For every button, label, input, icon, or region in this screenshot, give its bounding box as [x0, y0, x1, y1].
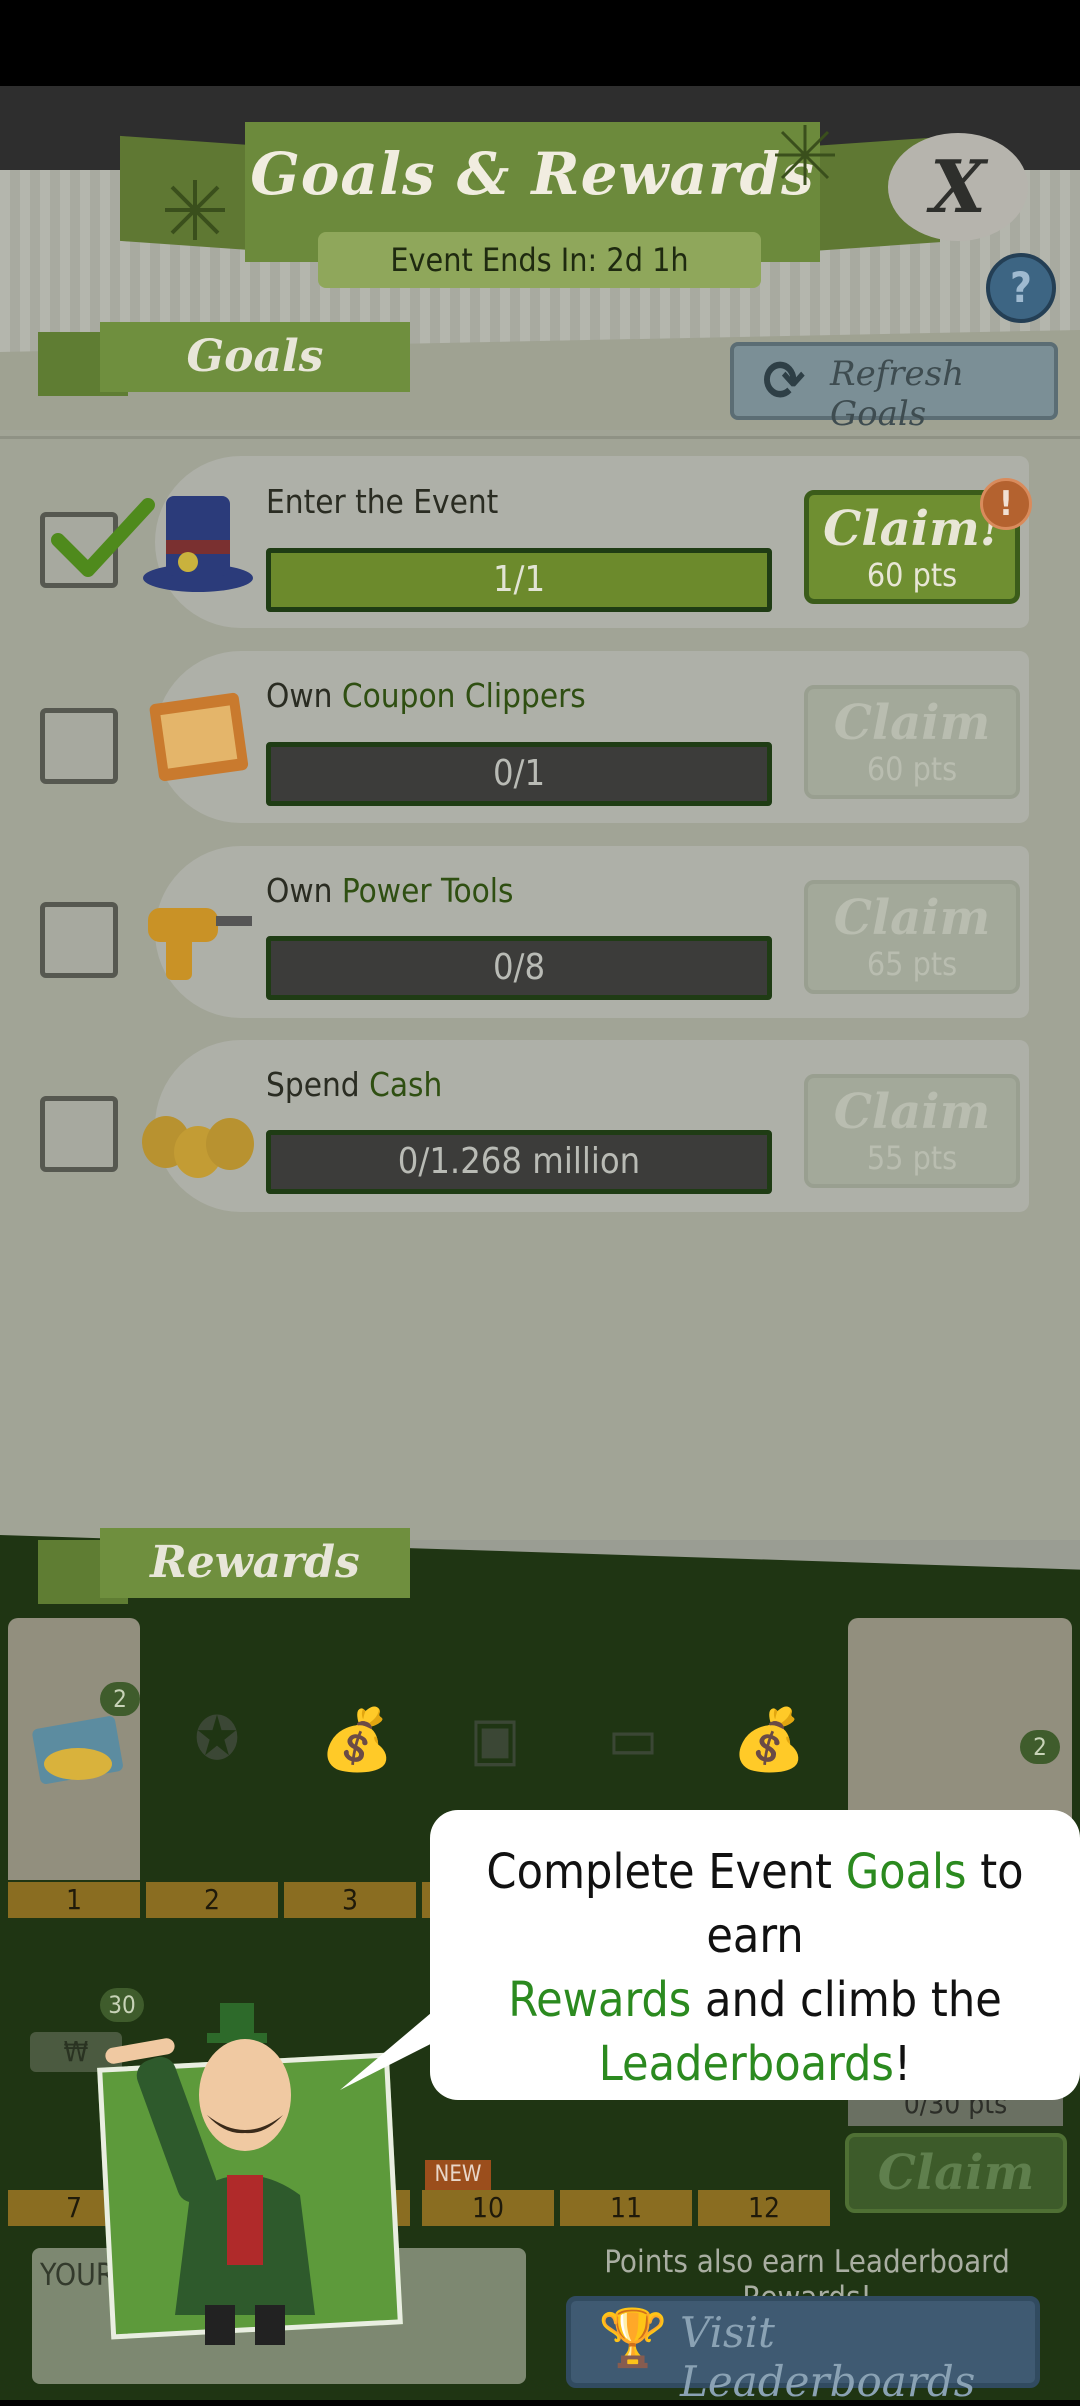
- tier-number: 10: [422, 2190, 554, 2226]
- visit-leaderboards-label: Visit Leaderboards: [680, 2308, 976, 2406]
- microwave-icon: ▭: [607, 1704, 659, 1774]
- reward-claim-button[interactable]: Claim: [845, 2133, 1067, 2213]
- claim-points: 60 pts: [866, 750, 958, 788]
- claim-button[interactable]: Claim 65 pts: [804, 880, 1020, 994]
- tier-number: 3: [284, 1882, 416, 1918]
- status-bar: [0, 0, 1080, 86]
- goal-label: Enter the Event: [266, 482, 499, 521]
- claim-button[interactable]: Claim 60 pts: [804, 685, 1020, 799]
- trophy-icon: 🏆: [598, 2306, 668, 2371]
- goals-tab[interactable]: Goals: [100, 322, 410, 392]
- tier-number: 12: [698, 2190, 830, 2226]
- tooltip-text: Complete Event Goals to earn Rewards and…: [486, 1844, 1024, 2092]
- close-icon: X: [930, 144, 986, 229]
- page-title: Goals & Rewards: [250, 140, 815, 208]
- refresh-icon: ⟳: [762, 349, 806, 414]
- claim-label: Claim: [833, 695, 991, 751]
- drill-icon: [148, 908, 252, 980]
- claim-points: 65 pts: [866, 945, 958, 983]
- tier-number: 1: [8, 1882, 140, 1918]
- top-hat-icon: [143, 496, 253, 592]
- badge-icon: ✪: [194, 1704, 240, 1774]
- goal-progress-text: 0/1: [492, 753, 546, 794]
- refresh-goals-label: Refresh Goals: [830, 354, 965, 434]
- question-icon: ?: [1010, 263, 1032, 312]
- goal-progress-text: 1/1: [492, 559, 546, 600]
- claim-label: Claim: [833, 1084, 991, 1140]
- tier-number: 2: [146, 1882, 278, 1918]
- goal-checkbox[interactable]: [40, 902, 118, 978]
- money-bag-1d-icon: 💰: [731, 1705, 807, 1775]
- goal-progress-text: 0/8: [492, 947, 546, 988]
- starburst-decoration-icon: [165, 180, 225, 240]
- claim-button[interactable]: Claim 55 pts: [804, 1074, 1020, 1188]
- reward-count-badge: 2: [1020, 1730, 1060, 1764]
- claim-points: 55 pts: [866, 1139, 958, 1177]
- goal-label: Own Coupon Clippers: [266, 676, 586, 715]
- new-badge: NEW: [425, 2160, 491, 2190]
- help-button[interactable]: ?: [986, 253, 1056, 323]
- money-bag-icon: 💰: [319, 1705, 395, 1775]
- crate-icon: ▣: [469, 1704, 521, 1774]
- alert-badge: !: [980, 478, 1032, 530]
- money-bags-icon: [142, 1116, 254, 1178]
- event-timer: Event Ends In: 2d 1h: [318, 232, 761, 288]
- goal-progress-text: 0/1.268 million: [397, 1141, 641, 1182]
- goal-checkbox[interactable]: [40, 708, 118, 784]
- rewards-tab[interactable]: Rewards: [100, 1528, 410, 1598]
- coupon-icon: [149, 692, 249, 782]
- close-button[interactable]: X: [888, 133, 1028, 241]
- goal-label: Own Power Tools: [266, 871, 514, 910]
- gold-coins-icon: [32, 1716, 123, 1784]
- goal-checkbox[interactable]: [40, 1096, 118, 1172]
- mascot-character-icon: [105, 2003, 315, 2345]
- tier-number: 11: [560, 2190, 692, 2226]
- starburst-decoration-icon: [775, 125, 835, 185]
- divider: [0, 436, 1080, 439]
- goal-label: Spend Cash: [266, 1065, 443, 1104]
- reward-count-badge: 2: [100, 1682, 140, 1716]
- claim-label: Claim: [833, 890, 991, 946]
- claim-points: 60 pts: [866, 556, 958, 594]
